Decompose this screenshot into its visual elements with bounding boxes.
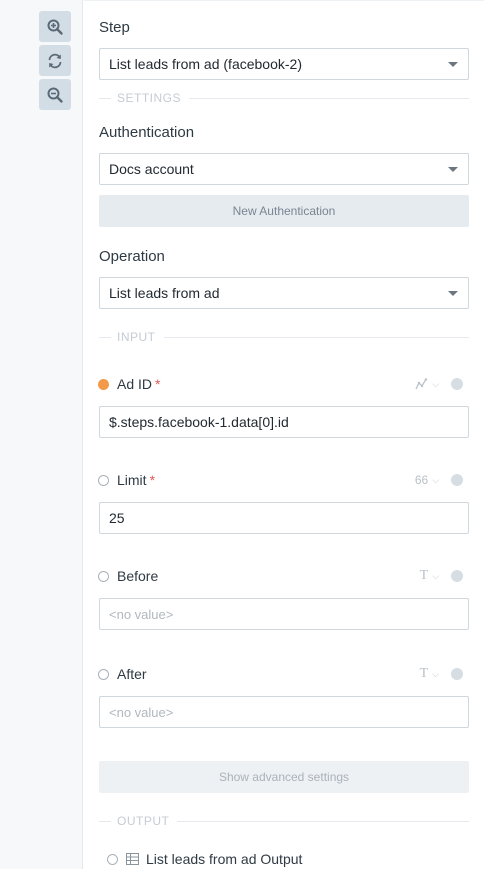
- zoom-in-button[interactable]: [39, 11, 71, 42]
- limit-input[interactable]: 25: [99, 502, 469, 534]
- chevron-down-icon: [448, 167, 458, 172]
- ad-id-input[interactable]: $.steps.facebook-1.data[0].id: [99, 406, 469, 438]
- settings-section-header: SETTINGS: [99, 91, 469, 105]
- graph-icon: [415, 378, 428, 390]
- type-selector[interactable]: T ⌵: [420, 665, 439, 683]
- step-select-value: List leads from ad (facebook-2): [109, 56, 302, 72]
- chevron-down-icon: [448, 62, 458, 67]
- chevron-down-icon: ⌵: [432, 378, 439, 389]
- step-select[interactable]: List leads from ad (facebook-2): [99, 48, 469, 80]
- authentication-select[interactable]: Docs account: [99, 153, 469, 185]
- operation-label: Operation: [99, 248, 165, 265]
- status-dot-icon: [98, 570, 109, 582]
- required-marker: *: [155, 376, 161, 392]
- refresh-icon: [48, 53, 62, 68]
- status-dot-icon: [98, 474, 109, 486]
- after-input[interactable]: <no value>: [99, 696, 469, 728]
- help-icon[interactable]: [451, 378, 463, 390]
- step-label: Step: [99, 19, 130, 36]
- input-section-header: INPUT: [99, 330, 469, 344]
- type-selector[interactable]: ⌵: [415, 375, 439, 393]
- chevron-down-icon: ⌵: [432, 474, 439, 485]
- field-label-before: Before: [117, 568, 159, 584]
- field-label-after: After: [117, 666, 147, 682]
- field-label-ad-id: Ad ID: [117, 376, 153, 392]
- field-header-limit: Limit * 66 ⌵: [98, 471, 469, 489]
- text-type-icon: T: [419, 666, 429, 681]
- help-icon[interactable]: [451, 474, 463, 486]
- input-section-label: INPUT: [117, 330, 156, 344]
- number-type-icon: 66: [414, 473, 429, 487]
- operation-select[interactable]: List leads from ad: [99, 277, 469, 309]
- table-icon: [126, 853, 139, 865]
- zoom-out-icon: [47, 87, 63, 103]
- new-authentication-button[interactable]: New Authentication: [99, 195, 469, 227]
- status-dot-icon: [98, 668, 109, 680]
- text-type-icon: T: [419, 568, 429, 583]
- authentication-select-value: Docs account: [109, 161, 194, 177]
- before-input[interactable]: <no value>: [99, 598, 469, 630]
- chevron-down-icon: [448, 291, 458, 296]
- reset-zoom-button[interactable]: [39, 45, 71, 76]
- show-advanced-settings-button[interactable]: Show advanced settings: [99, 761, 469, 793]
- field-header-after: After T ⌵: [98, 665, 469, 683]
- output-section-header: OUTPUT: [99, 814, 469, 828]
- output-item[interactable]: List leads from ad Output: [107, 851, 302, 867]
- chevron-down-icon: ⌵: [432, 570, 439, 581]
- field-header-ad-id: Ad ID * ⌵: [98, 375, 469, 393]
- help-icon[interactable]: [451, 570, 463, 582]
- canvas-rail: [0, 0, 83, 869]
- operation-select-value: List leads from ad: [109, 285, 220, 301]
- zoom-in-icon: [47, 19, 63, 35]
- status-dot-icon: [107, 853, 118, 865]
- status-dot-icon: [98, 378, 109, 390]
- settings-section-label: SETTINGS: [117, 91, 182, 105]
- required-marker: *: [149, 472, 156, 488]
- field-label-limit: Limit: [117, 472, 147, 488]
- output-item-label: List leads from ad Output: [146, 851, 303, 867]
- type-selector[interactable]: T ⌵: [420, 567, 439, 585]
- chevron-down-icon: ⌵: [432, 668, 439, 679]
- type-selector[interactable]: 66 ⌵: [415, 471, 439, 489]
- help-icon[interactable]: [451, 668, 463, 680]
- field-header-before: Before T ⌵: [98, 567, 469, 585]
- authentication-label: Authentication: [99, 124, 195, 141]
- output-section-label: OUTPUT: [117, 814, 170, 828]
- zoom-out-button[interactable]: [39, 79, 71, 110]
